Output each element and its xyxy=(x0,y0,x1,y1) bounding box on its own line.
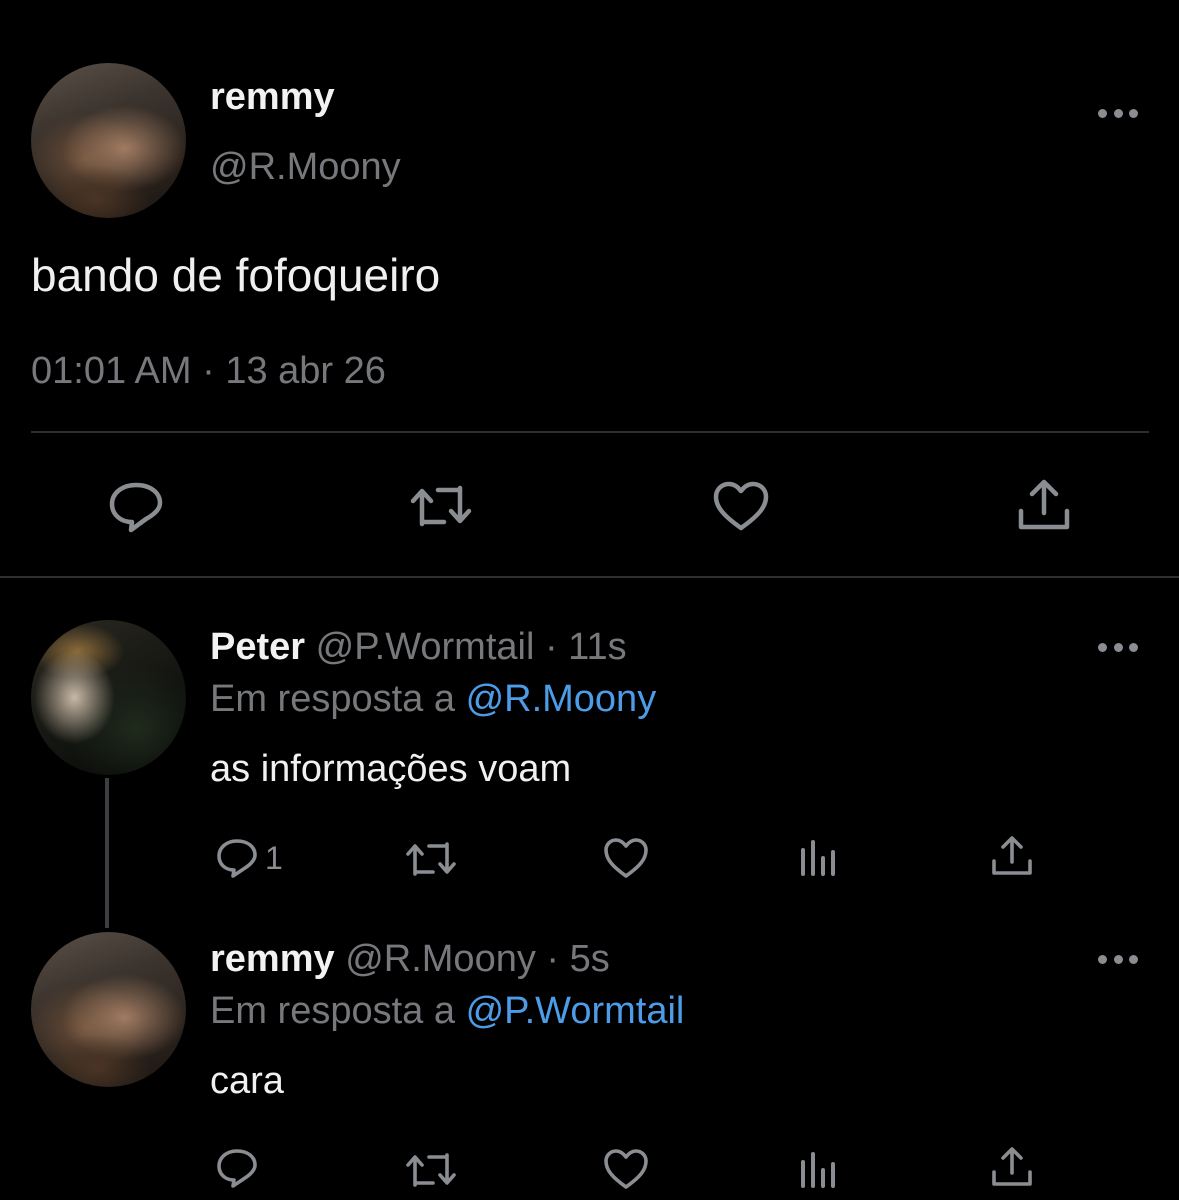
like-icon[interactable] xyxy=(712,480,770,532)
author-name[interactable]: remmy xyxy=(210,76,335,119)
replying-label: Em resposta a xyxy=(210,990,455,1032)
section-divider xyxy=(0,576,1179,578)
avatar[interactable] xyxy=(31,620,186,775)
reply-icon[interactable]: 1 xyxy=(215,837,283,879)
reply-icon[interactable] xyxy=(215,1147,259,1189)
author-handle[interactable]: @P.Wormtail xyxy=(316,626,535,668)
tweet-text: as informações voam xyxy=(210,748,572,790)
analytics-icon[interactable] xyxy=(800,838,840,878)
avatar[interactable] xyxy=(31,63,186,218)
share-icon[interactable] xyxy=(990,834,1034,878)
author-handle[interactable]: @R.Moony xyxy=(345,938,536,980)
replying-to: Em resposta a @R.Moony xyxy=(210,678,656,721)
author-name[interactable]: Peter xyxy=(210,626,305,668)
reply-time: · 11s xyxy=(544,626,627,668)
mention-link[interactable]: @P.Wormtail xyxy=(466,990,685,1032)
reply-header: Peter @P.Wormtail · 11s xyxy=(210,626,627,669)
replying-label: Em resposta a xyxy=(210,678,455,720)
tweet-timestamp[interactable]: 01:01 AM · 13 abr 26 xyxy=(31,350,386,393)
divider xyxy=(31,431,1149,433)
more-options-icon[interactable] xyxy=(1098,953,1138,965)
tweet-text: bando de fofoqueiro xyxy=(31,249,441,301)
reply-count: 1 xyxy=(265,839,283,876)
tweet-text: cara xyxy=(210,1060,284,1102)
replying-to: Em resposta a @P.Wormtail xyxy=(210,990,684,1033)
analytics-icon[interactable] xyxy=(800,1150,840,1190)
share-icon[interactable] xyxy=(1016,477,1072,533)
retweet-icon[interactable] xyxy=(405,1150,457,1190)
reply-time: · 5s xyxy=(546,938,610,980)
share-icon[interactable] xyxy=(990,1145,1034,1189)
more-options-icon[interactable] xyxy=(1098,107,1138,119)
reply-header: remmy @R.Moony · 5s xyxy=(210,938,610,981)
avatar[interactable] xyxy=(31,932,186,1087)
like-icon[interactable] xyxy=(602,1147,650,1191)
like-icon[interactable] xyxy=(602,836,650,880)
reply-icon[interactable] xyxy=(107,480,165,534)
more-options-icon[interactable] xyxy=(1098,641,1138,653)
retweet-icon[interactable] xyxy=(410,482,472,530)
thread-line xyxy=(105,778,109,928)
author-name[interactable]: remmy xyxy=(210,938,335,980)
mention-link[interactable]: @R.Moony xyxy=(466,678,657,720)
author-handle[interactable]: @R.Moony xyxy=(210,146,401,189)
retweet-icon[interactable] xyxy=(405,839,457,879)
